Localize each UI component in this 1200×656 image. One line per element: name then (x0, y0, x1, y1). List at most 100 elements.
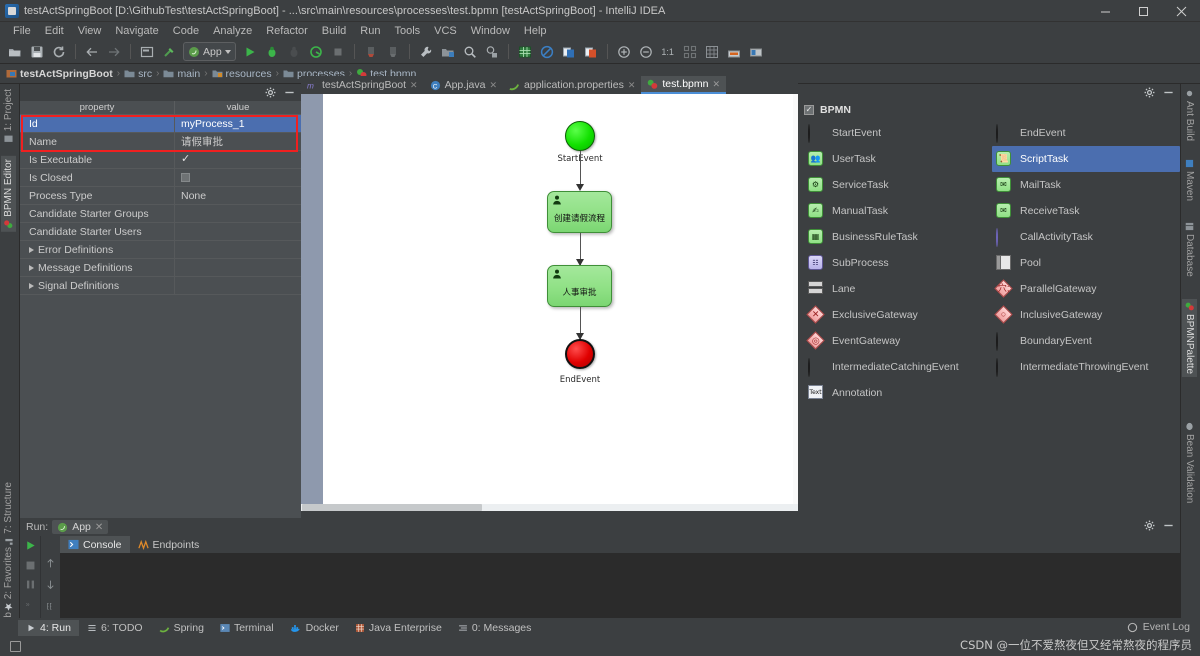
close-icon[interactable]: ✕ (712, 79, 720, 90)
palette-item-exclusive-gateway[interactable]: ✕ ExclusiveGateway (804, 302, 992, 328)
sequence-flow[interactable] (580, 151, 581, 188)
status-button-todo[interactable]: 6: TODO (79, 620, 151, 636)
palette-item-user-task[interactable]: 👥 UserTask (804, 146, 992, 172)
sidebar-item-favorites[interactable]: 2: Favorites (1, 544, 16, 614)
palette-item-inclusive-gateway[interactable]: ○ InclusiveGateway (992, 302, 1180, 328)
breadcrumb-item-resources[interactable]: resources (212, 68, 276, 80)
table-row[interactable]: Is Closed (20, 169, 301, 187)
wrench-icon[interactable] (415, 41, 437, 63)
forward-arrow-icon[interactable] (103, 41, 125, 63)
trace-icon[interactable]: » (25, 598, 36, 609)
tab-endpoints[interactable]: Endpoints (130, 536, 208, 553)
status-button-terminal[interactable]: Terminal (212, 620, 282, 636)
menu-view[interactable]: View (71, 22, 109, 40)
palette-item-pool[interactable]: Pool (992, 250, 1180, 276)
palette-item-lane[interactable]: Lane (804, 276, 992, 302)
toolwindow-icon[interactable] (745, 41, 767, 63)
fit-content-icon[interactable] (679, 41, 701, 63)
scroll-down-icon[interactable] (45, 579, 56, 590)
sidebar-item-project[interactable]: 1: Project (1, 86, 16, 146)
minimize-icon[interactable] (1163, 87, 1174, 98)
palette-item-subprocess[interactable]: ☷ SubProcess (804, 250, 992, 276)
tab-console[interactable]: Console (60, 536, 130, 553)
menu-vcs[interactable]: VCS (427, 22, 464, 40)
property-value[interactable]: 请假审批 (175, 133, 301, 150)
menu-navigate[interactable]: Navigate (108, 22, 165, 40)
run-with-profiler-icon[interactable] (305, 41, 327, 63)
scroll-up-icon[interactable] (45, 558, 56, 569)
rerun-icon[interactable] (24, 539, 37, 552)
menu-file[interactable]: File (6, 22, 38, 40)
table-row[interactable]: Id myProcess_1 (20, 115, 301, 133)
gear-icon[interactable] (1144, 520, 1155, 531)
zoom-in-icon[interactable] (613, 41, 635, 63)
palette-item-parallel-gateway[interactable]: 穴; ParallelGateway (992, 276, 1180, 302)
build-hammer-icon[interactable] (158, 41, 180, 63)
project-structure-icon[interactable] (437, 41, 459, 63)
close-icon[interactable]: ✕ (410, 80, 418, 91)
property-value[interactable] (175, 169, 301, 186)
attach2-icon[interactable] (382, 41, 404, 63)
maximize-icon[interactable] (1124, 0, 1162, 22)
sidebar-item-maven[interactable]: Maven (1182, 156, 1197, 204)
palette-item-service-task[interactable]: ⚙ ServiceTask (804, 172, 992, 198)
checkbox-checked-icon[interactable]: ✓ (181, 154, 190, 165)
menu-run[interactable]: Run (353, 22, 387, 40)
palette-item-script-task[interactable]: 📜 ScriptTask (992, 146, 1180, 172)
diagram-node-end-event[interactable] (565, 339, 595, 369)
editor-tab-test-bpmn[interactable]: test.bpmn ✕ (641, 76, 727, 94)
close-icon[interactable] (1162, 0, 1200, 22)
property-value[interactable] (175, 241, 301, 258)
palette-group-checkbox[interactable]: ✓ (804, 105, 814, 115)
palette-item-end-event[interactable]: EndEvent (992, 120, 1180, 146)
minimize-icon[interactable] (284, 87, 295, 98)
palette-item-event-gateway[interactable]: ◎ EventGateway (804, 328, 992, 354)
sidebar-item-bpmn-editor[interactable]: BPMN Editor (1, 156, 16, 232)
table-row[interactable]: Signal Definitions (20, 277, 301, 295)
debug-icon[interactable] (261, 41, 283, 63)
table-row[interactable]: Error Definitions (20, 241, 301, 259)
status-event-log[interactable]: Event Log (1127, 621, 1190, 633)
sidebar-item-bpmn-palette[interactable]: BPMNPalette (1182, 299, 1197, 378)
close-icon[interactable]: ✕ (628, 80, 636, 91)
palette-item-intermediate-throwing-event[interactable]: IntermediateThrowingEvent (992, 354, 1180, 380)
actual-size-icon[interactable]: 1:1 (657, 41, 679, 63)
menu-code[interactable]: Code (166, 22, 206, 40)
diagram-node-user-task-2[interactable]: 人事审批 (547, 265, 612, 307)
bpmn-diagram-canvas[interactable]: StartEvent 创建请假流程 人事审批 (301, 84, 798, 504)
palette-item-call-activity-task[interactable]: CallActivityTask (992, 224, 1180, 250)
coverage-icon[interactable] (283, 41, 305, 63)
table-row[interactable]: Name 请假审批 (20, 133, 301, 151)
palette-item-mail-task[interactable]: ✉ MailTask (992, 172, 1180, 198)
blue-doc-icon[interactable] (558, 41, 580, 63)
diagram-node-start-event[interactable] (565, 121, 595, 151)
table-row[interactable]: Candidate Starter Users (20, 223, 301, 241)
status-button-run[interactable]: 4: Run (18, 620, 79, 636)
database-green-icon[interactable] (514, 41, 536, 63)
run-configuration-selector[interactable]: App (183, 42, 236, 61)
stop-icon[interactable] (25, 560, 36, 571)
palette-item-receive-task[interactable]: ✉ ReceiveTask (992, 198, 1180, 224)
palette-item-start-event[interactable]: StartEvent (804, 120, 992, 146)
palette-item-business-rule-task[interactable]: ▦ BusinessRuleTask (804, 224, 992, 250)
expand-triangle-icon[interactable] (29, 246, 34, 253)
gear-icon[interactable] (265, 87, 276, 98)
search-icon[interactable] (459, 41, 481, 63)
property-value[interactable] (175, 277, 301, 294)
open-folder-icon[interactable] (4, 41, 26, 63)
diagram-node-user-task-1[interactable]: 创建请假流程 (547, 191, 612, 233)
palette-group-header[interactable]: ✓ BPMN (798, 101, 1180, 120)
status-button-java-enterprise[interactable]: Java Enterprise (347, 620, 450, 636)
table-row[interactable]: Is Executable ✓ (20, 151, 301, 169)
sidebar-item-ant-build[interactable]: Ant Build (1182, 86, 1197, 144)
menu-build[interactable]: Build (315, 22, 353, 40)
chevron-down-icon[interactable] (224, 49, 231, 54)
run-icon[interactable] (239, 41, 261, 63)
property-value[interactable]: None (175, 187, 301, 204)
checkbox-unchecked-icon[interactable] (181, 173, 190, 182)
pause-icon[interactable] (25, 579, 36, 590)
status-button-spring[interactable]: Spring (151, 620, 212, 636)
search-everywhere-icon[interactable] (481, 41, 503, 63)
grid-icon[interactable] (701, 41, 723, 63)
scrollbar-thumb[interactable] (302, 504, 482, 511)
